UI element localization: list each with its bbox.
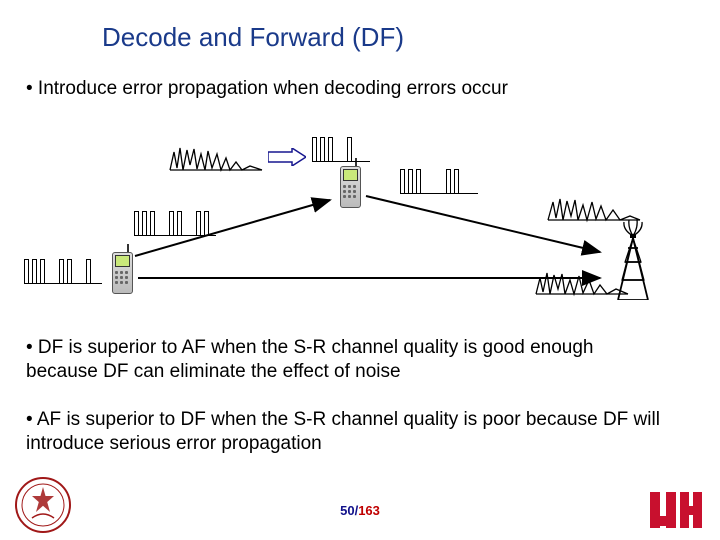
- bullet-df-superior: • DF is superior to AF when the S-R chan…: [26, 336, 666, 384]
- df-relay-diagram: [0, 110, 720, 320]
- page-current: 50: [340, 503, 354, 518]
- arrows: [0, 110, 720, 320]
- slide-title: Decode and Forward (DF): [102, 22, 404, 53]
- page-total: 163: [358, 503, 380, 518]
- uh-logo: [650, 490, 702, 530]
- bullet-intro: • Introduce error propagation when decod…: [26, 78, 508, 100]
- page-number: 50/163: [340, 503, 380, 518]
- bullet-af-superior: • AF is superior to DF when the S-R chan…: [26, 408, 666, 456]
- university-seal-logo: [14, 476, 72, 534]
